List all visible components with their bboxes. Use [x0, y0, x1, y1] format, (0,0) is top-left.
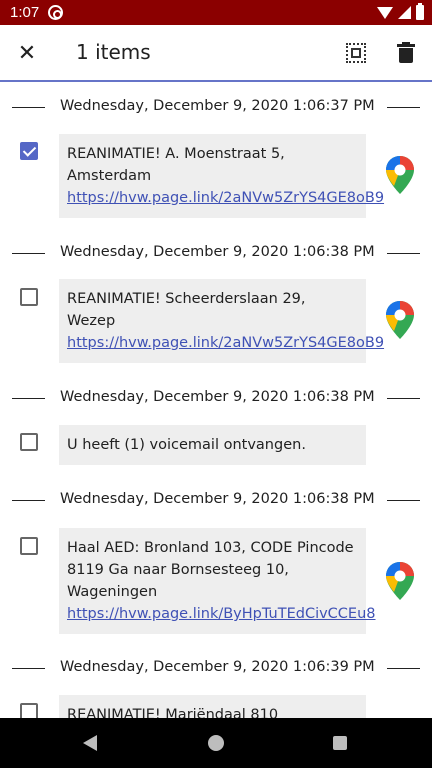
battery-icon	[416, 3, 424, 20]
delete-icon[interactable]	[396, 42, 416, 64]
page-title: 1 items	[76, 40, 151, 64]
divider	[387, 500, 420, 501]
message-checkbox[interactable]	[20, 537, 38, 555]
at-sign-icon	[48, 5, 63, 20]
wifi-icon	[377, 6, 393, 19]
google-maps-icon[interactable]	[385, 300, 415, 340]
date-separator: Wednesday, December 9, 2020 1:06:38 PM	[0, 243, 432, 263]
divider	[387, 107, 420, 108]
status-icons	[377, 3, 424, 21]
message-link[interactable]: https://hvw.page.link/2aNVw5ZrYS4GE8oB9	[67, 190, 384, 206]
signal-icon	[398, 6, 411, 19]
recents-icon[interactable]	[333, 736, 347, 750]
message-text: REANIMATIE! Scheerderslaan 29, Wezep	[67, 291, 306, 329]
divider	[387, 253, 420, 254]
message-text: U heeft (1) voicemail ontvangen.	[67, 437, 306, 453]
divider	[12, 398, 45, 399]
message-text: REANIMATIE! A. Moenstraat 5, Amsterdam	[67, 146, 285, 184]
message-bubble[interactable]: REANIMATIE! A. Moenstraat 5, Amsterdam h…	[59, 134, 384, 218]
date-separator: Wednesday, December 9, 2020 1:06:38 PM	[0, 388, 432, 408]
message-bubble[interactable]: Haal AED: Bronland 103, CODE Pincode 811…	[59, 528, 376, 634]
message-link[interactable]: https://hvw.page.link/2aNVw5ZrYS4GE8oB9	[67, 335, 384, 351]
date-label: Wednesday, December 9, 2020 1:06:39 PM	[60, 659, 375, 675]
divider	[387, 398, 420, 399]
message-link[interactable]: https://hvw.page.link/ByHpTuTEdCivCCEu8	[67, 606, 376, 622]
message-checkbox[interactable]	[20, 288, 38, 306]
divider	[12, 668, 45, 669]
date-label: Wednesday, December 9, 2020 1:06:38 PM	[60, 491, 375, 507]
date-separator: Wednesday, December 9, 2020 1:06:38 PM	[0, 490, 432, 510]
message-bubble[interactable]: REANIMATIE! Scheerderslaan 29, Wezep htt…	[59, 279, 384, 363]
divider	[387, 668, 420, 669]
message-bubble[interactable]: REANIMATIE! Mariëndaal 810	[59, 695, 366, 718]
home-icon[interactable]	[208, 735, 224, 751]
date-separator: Wednesday, December 9, 2020 1:06:37 PM	[0, 97, 432, 117]
status-time: 1:07	[10, 4, 40, 21]
date-label: Wednesday, December 9, 2020 1:06:38 PM	[60, 389, 375, 405]
message-bubble[interactable]: U heeft (1) voicemail ontvangen.	[59, 425, 366, 465]
navigation-bar	[0, 718, 432, 768]
divider	[12, 253, 45, 254]
status-bar: 1:07	[0, 0, 432, 25]
date-label: Wednesday, December 9, 2020 1:06:37 PM	[60, 98, 375, 114]
message-text: Haal AED: Bronland 103, CODE Pincode 811…	[67, 540, 354, 600]
message-list: Wednesday, December 9, 2020 1:06:37 PM R…	[0, 82, 432, 718]
message-checkbox[interactable]	[20, 142, 38, 160]
divider	[12, 500, 45, 501]
select-all-icon[interactable]	[346, 43, 366, 63]
close-icon[interactable]: ✕	[12, 39, 42, 69]
google-maps-icon[interactable]	[385, 155, 415, 195]
app-bar: ✕ 1 items	[0, 25, 432, 82]
message-text: REANIMATIE! Mariëndaal 810	[67, 707, 279, 718]
date-label: Wednesday, December 9, 2020 1:06:38 PM	[60, 244, 375, 260]
message-checkbox[interactable]	[20, 433, 38, 451]
divider	[12, 107, 45, 108]
back-icon[interactable]	[83, 735, 97, 751]
date-separator: Wednesday, December 9, 2020 1:06:39 PM	[0, 658, 432, 678]
message-checkbox[interactable]	[20, 703, 38, 718]
google-maps-icon[interactable]	[385, 561, 415, 601]
